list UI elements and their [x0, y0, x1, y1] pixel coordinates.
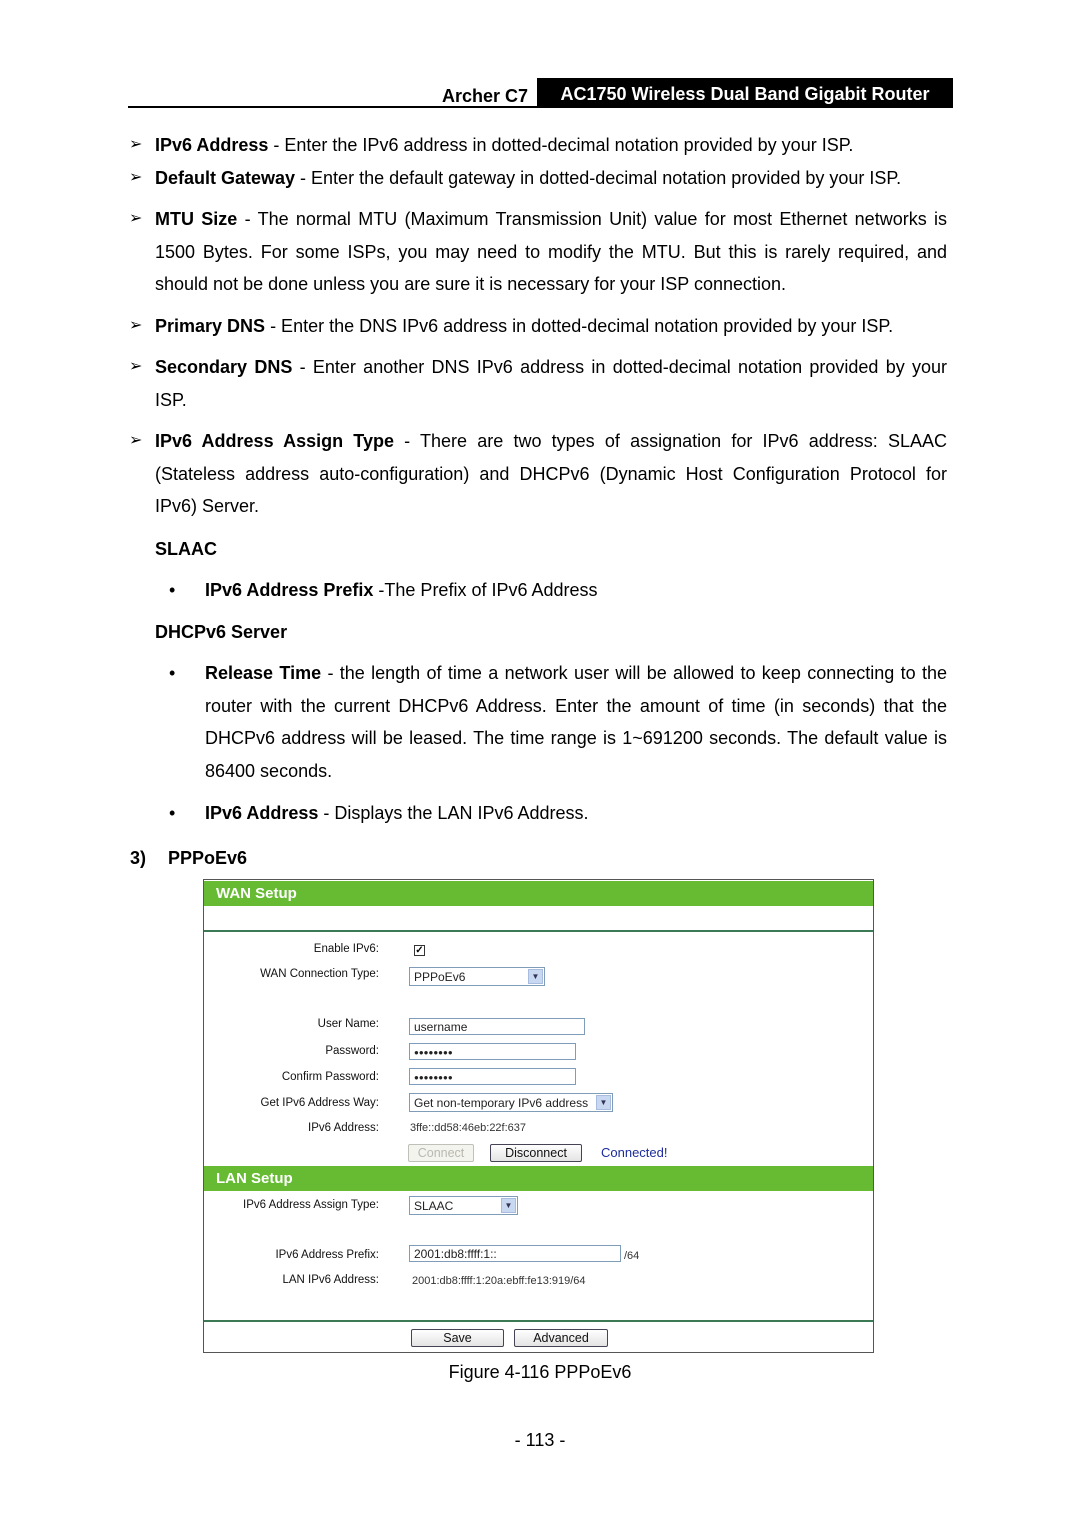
arrow-bullet-icon: ➢ [129, 358, 143, 375]
enable-ipv6-checkbox[interactable]: ✓ [414, 945, 425, 956]
wan-connection-type-label: WAN Connection Type: [260, 968, 379, 980]
arrow-bullet-icon: ➢ [129, 169, 143, 186]
bullet-term: IPv6 Address [205, 803, 319, 823]
checkmark-icon: ✓ [415, 945, 424, 956]
chevron-down-icon: ▼ [596, 1095, 611, 1110]
section-title: PPPoEv6 [168, 848, 248, 868]
select-value: Get non-temporary IPv6 address [414, 1096, 589, 1110]
chevron-down-icon: ▼ [528, 969, 543, 984]
page-number: - 113 - [514, 1430, 566, 1450]
prefix-length-suffix: /64 [624, 1250, 640, 1262]
item-secondary-dns: ➢ Secondary DNS - Enter another DNS IPv6 … [129, 351, 947, 416]
lan-ipv6-address-label: LAN IPv6 Address: [282, 1274, 379, 1286]
disconnect-button[interactable]: Disconnect [490, 1144, 582, 1162]
get-ipv6-address-way-label: Get IPv6 Address Way: [260, 1097, 379, 1109]
bullet-text: - Displays the LAN IPv6 Address. [318, 803, 589, 823]
figure-caption: Figure 4-116 PPPoEv6 [448, 1362, 632, 1382]
item-default-gateway: ➢ Default Gateway - Enter the default gat… [129, 162, 947, 195]
slaac-bullet-prefix: • IPv6 Address Prefix -The Prefix of IPv6… [169, 574, 947, 607]
enable-ipv6-label: Enable IPv6: [313, 943, 379, 955]
item-term: Secondary DNS [155, 357, 293, 377]
wan-divider [204, 930, 873, 932]
dhcpv6-bullet-release-time: • Release Time - the length of time a net… [169, 657, 947, 787]
bullet-dot-icon: • [169, 580, 176, 600]
wan-ipv6-address-value: 3ffe::dd58:46eb:22f:637 [410, 1122, 527, 1134]
lan-divider [204, 1320, 873, 1322]
advanced-button[interactable]: Advanced [514, 1329, 608, 1347]
wan-setup-header: WAN Setup [204, 881, 873, 906]
dhcpv6-heading: DHCPv6 Server [155, 622, 288, 642]
arrow-bullet-icon: ➢ [129, 432, 143, 449]
save-button[interactable]: Save [411, 1329, 504, 1347]
item-term: Primary DNS [155, 316, 266, 336]
header-model: Archer C7 [441, 86, 528, 106]
bullet-term: Release Time [205, 663, 322, 683]
item-term: Default Gateway [155, 168, 296, 188]
page-header: Archer C7 AC1750 Wireless Dual Band Giga… [128, 78, 953, 108]
pppoev6-figure: WAN Setup Enable IPv6: ✓ WAN Connection … [203, 879, 874, 1353]
connection-status: Connected! [601, 1145, 668, 1160]
arrow-bullet-icon: ➢ [129, 210, 143, 227]
item-text: - Enter the DNS IPv6 address in dotted-d… [265, 316, 894, 336]
item-term: IPv6 Address [155, 135, 269, 155]
ipv6-address-prefix-input[interactable]: 2001:db8:ffff:1:: [409, 1245, 621, 1262]
item-text: - The normal MTU (Maximum Transmission U… [155, 209, 947, 294]
password-label: Password: [325, 1045, 379, 1057]
section-heading-pppoev6: 3) PPPoEv6 [130, 848, 247, 869]
bullet-dot-icon: • [169, 803, 176, 823]
item-term: MTU Size [155, 209, 238, 229]
username-input[interactable]: username [409, 1018, 585, 1035]
ipv6-address-assign-type-select[interactable]: SLAAC ▼ [409, 1196, 518, 1215]
item-mtu-size: ➢ MTU Size - The normal MTU (Maximum Tran… [129, 203, 947, 301]
arrow-bullet-icon: ➢ [129, 317, 143, 334]
wan-connection-type-select[interactable]: PPPoEv6 ▼ [409, 967, 545, 986]
connect-button[interactable]: Connect [408, 1144, 474, 1162]
bullet-dot-icon: • [169, 663, 176, 683]
wan-ipv6-address-label: IPv6 Address: [308, 1122, 379, 1134]
header-product: AC1750 Wireless Dual Band Gigabit Router [537, 78, 953, 106]
lan-ipv6-address-value: 2001:db8:ffff:1:20a:ebff:fe13:919/64 [412, 1275, 586, 1287]
section-number: 3) [130, 848, 147, 868]
item-assign-type: ➢ IPv6 Address Assign Type - There are tw… [129, 425, 947, 523]
slaac-heading: SLAAC [155, 539, 217, 559]
header-rule [128, 106, 953, 108]
confirm-password-label: Confirm Password: [281, 1071, 379, 1083]
ipv6-address-assign-type-label: IPv6 Address Assign Type: [243, 1199, 379, 1211]
bullet-term: IPv6 Address Prefix [205, 580, 374, 600]
get-ipv6-address-way-select[interactable]: Get non-temporary IPv6 address ▼ [409, 1093, 613, 1112]
select-value: SLAAC [414, 1199, 454, 1213]
confirm-password-input[interactable]: ●●●●●●●● [409, 1068, 576, 1085]
chevron-down-icon: ▼ [501, 1198, 516, 1213]
bullet-text: -The Prefix of IPv6 Address [373, 580, 598, 600]
item-ipv6-address: ➢ IPv6 Address - Enter the IPv6 address i… [129, 129, 947, 162]
item-primary-dns: ➢ Primary DNS - Enter the DNS IPv6 addres… [129, 310, 947, 343]
arrow-bullet-icon: ➢ [129, 136, 143, 153]
password-input[interactable]: ●●●●●●●● [409, 1043, 576, 1060]
item-term: IPv6 Address Assign Type [155, 431, 394, 451]
lan-setup-header: LAN Setup [204, 1166, 873, 1191]
ipv6-address-prefix-label: IPv6 Address Prefix: [275, 1249, 379, 1261]
username-label: User Name: [317, 1018, 379, 1030]
item-text: - Enter the IPv6 address in dotted-decim… [268, 135, 854, 155]
item-text: - Enter the default gateway in dotted-de… [295, 168, 902, 188]
select-value: PPPoEv6 [414, 970, 466, 984]
dhcpv6-bullet-ipv6-address: • IPv6 Address - Displays the LAN IPv6 Ad… [169, 797, 947, 830]
